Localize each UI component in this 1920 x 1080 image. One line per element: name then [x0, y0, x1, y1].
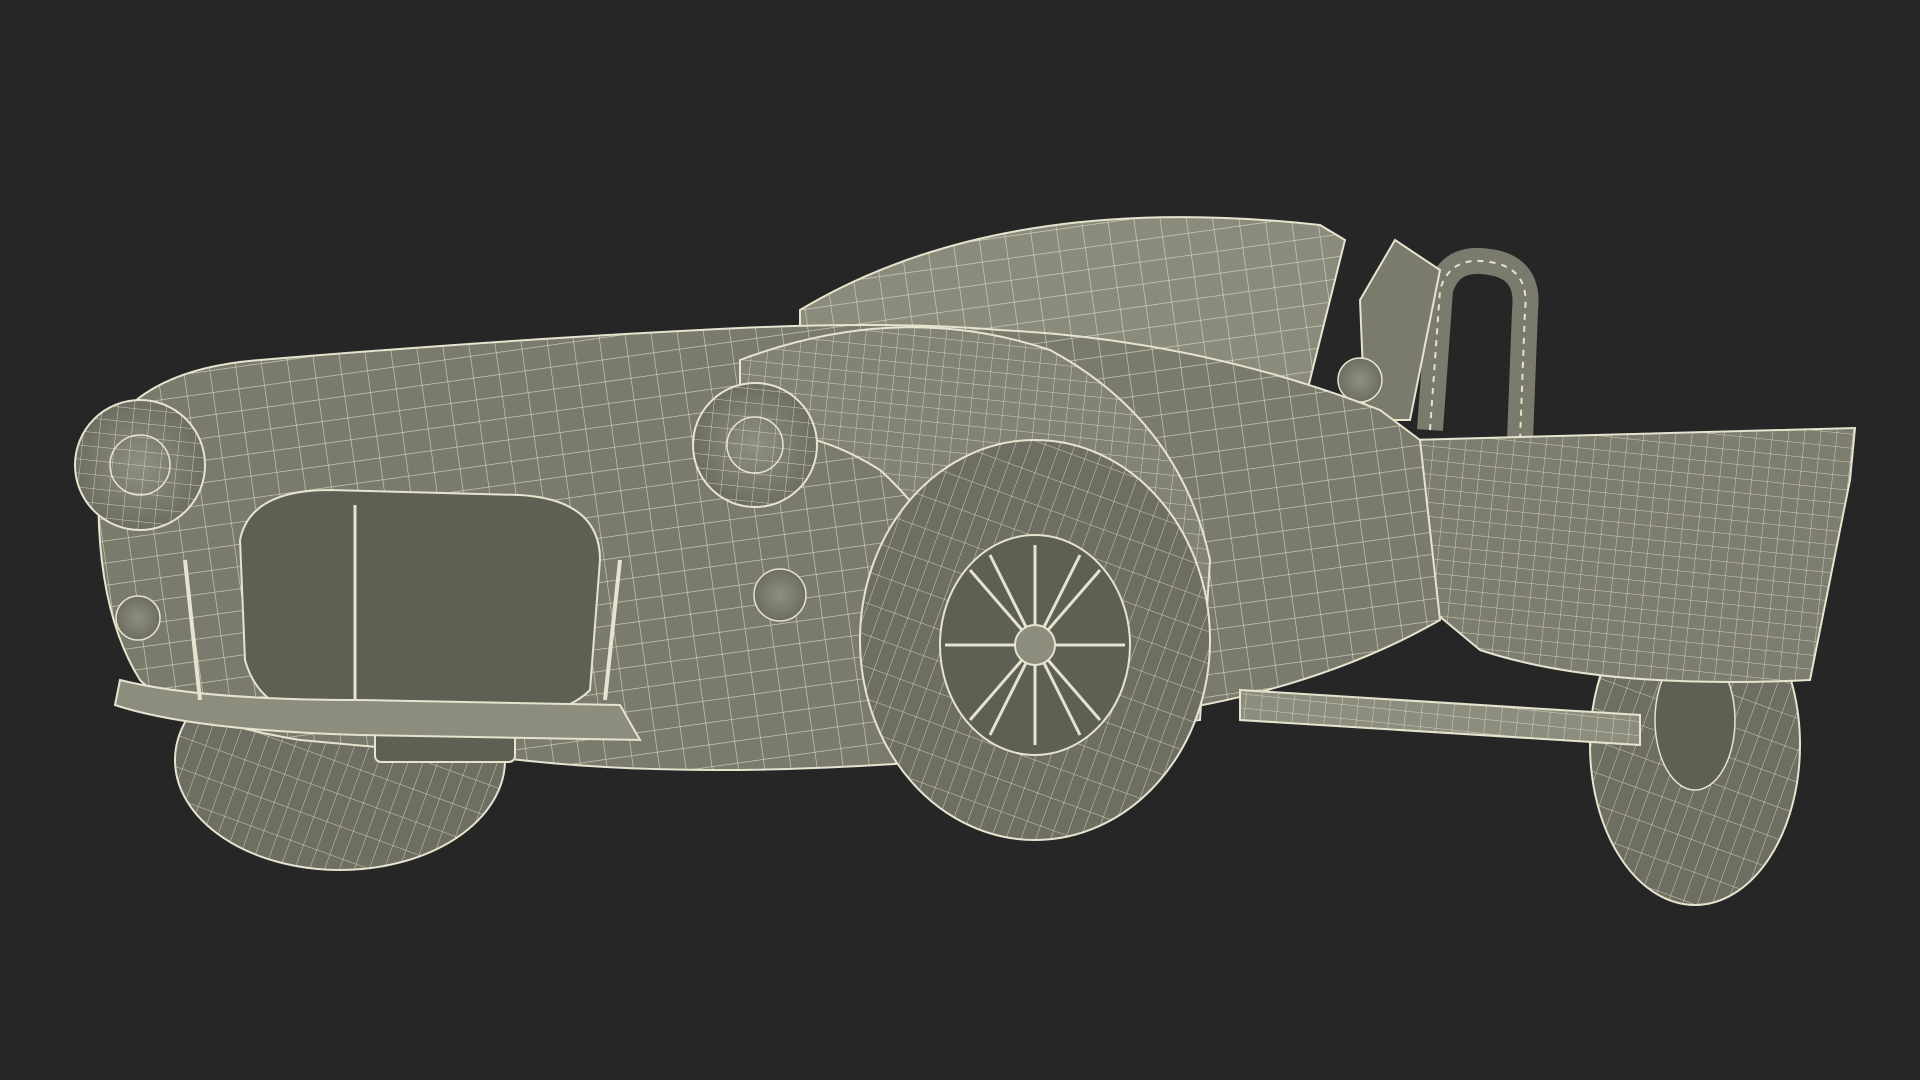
- right-headlight: [692, 382, 818, 508]
- wireframe-car-render: [74, 216, 1857, 906]
- side-exhaust: [1239, 688, 1641, 747]
- left-headlight: [74, 399, 206, 531]
- right-front-wheel: [859, 439, 1211, 841]
- render-viewport: [0, 0, 1920, 1080]
- rear-body: [1408, 426, 1857, 683]
